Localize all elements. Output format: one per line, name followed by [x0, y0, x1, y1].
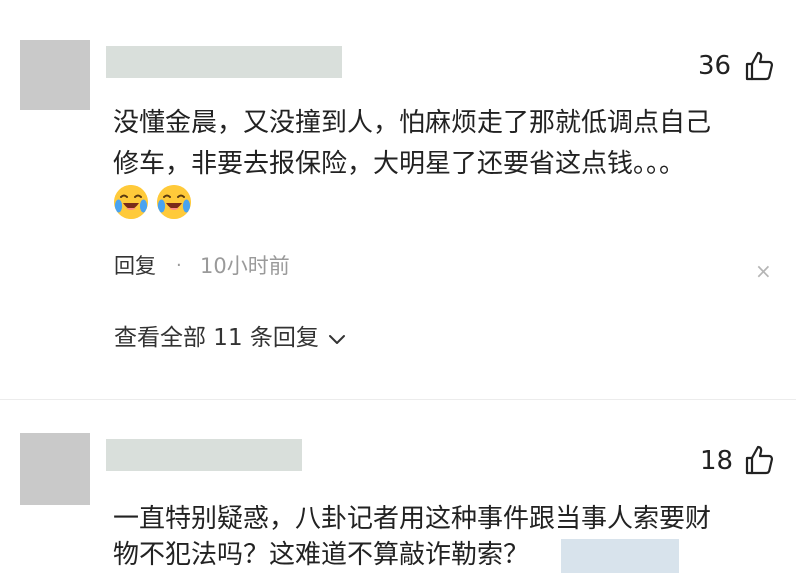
avatar[interactable]	[20, 40, 90, 110]
comment-text-line-2: 物不犯法吗？这难道不算敲诈勒索？	[113, 540, 530, 570]
laughing-crying-face-icon	[157, 185, 191, 219]
username-placeholder[interactable]	[106, 439, 302, 471]
comment-2: 18 一直特别疑惑，八卦记者用这种事件跟当事人索要财 物不犯法吗？这难道不算敲诈…	[0, 400, 796, 580]
avatar[interactable]	[20, 433, 90, 505]
reply-button[interactable]: 回复	[114, 252, 156, 280]
redacted-content	[561, 539, 679, 573]
comment-text-line-1: 没懂金晨，又没撞到人，怕麻烦走了那就低调点自己	[113, 108, 712, 138]
thumbs-up-icon[interactable]	[744, 444, 774, 476]
comment-text-line-2: 修车，非要去报保险，大明星了还要省这点钱。。。	[113, 149, 686, 179]
chevron-down-icon	[328, 323, 346, 355]
laughing-crying-face-icon	[114, 185, 148, 219]
thumbs-up-icon[interactable]	[744, 50, 774, 82]
separator-dot: ·	[176, 255, 182, 276]
comment-timestamp: 10小时前	[200, 254, 290, 278]
close-icon[interactable]: ×	[755, 261, 772, 281]
username-placeholder[interactable]	[106, 46, 342, 78]
comment-text-line-1: 一直特别疑惑，八卦记者用这种事件跟当事人索要财	[113, 504, 712, 534]
view-all-replies-button[interactable]: 查看全部 11 条回复	[114, 322, 346, 355]
view-replies-label: 查看全部 11 条回复	[114, 325, 319, 351]
like-count: 18	[700, 446, 734, 476]
comment-1: 36 没懂金晨，又没撞到人，怕麻烦走了那就低调点自己 修车，非要去报保险，大明星…	[0, 0, 796, 400]
like-count: 36	[698, 51, 732, 81]
